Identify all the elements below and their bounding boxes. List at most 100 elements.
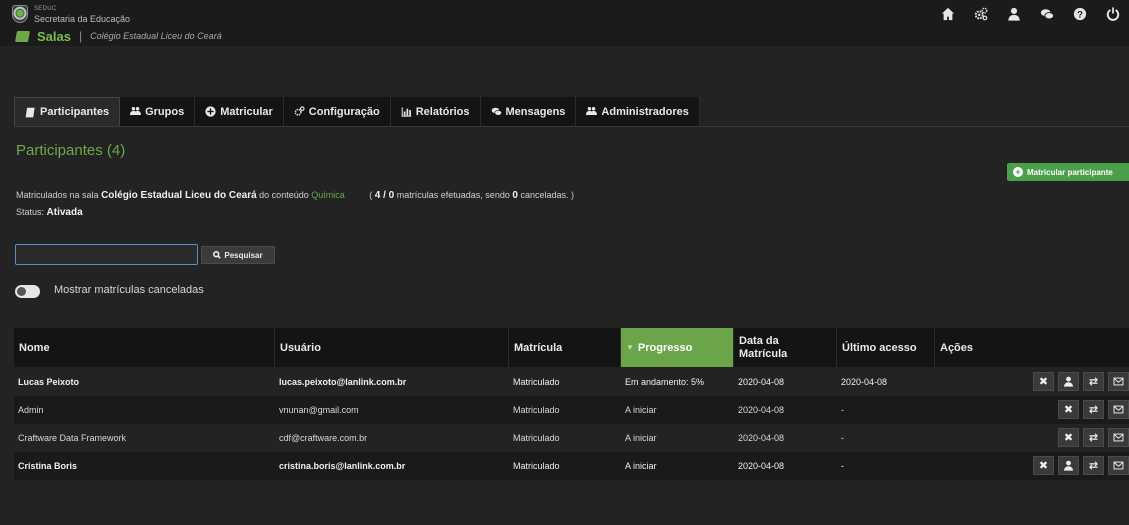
row-actions: ✖ ⇄ <box>1058 400 1129 419</box>
message-button[interactable] <box>1108 428 1129 447</box>
school-name: Colégio Estadual Liceu do Ceará <box>90 31 222 41</box>
cell-matricula: Matriculado <box>513 405 560 415</box>
view-user-button[interactable] <box>1058 456 1079 475</box>
search-button[interactable]: Pesquisar <box>201 246 275 264</box>
cell-data: 2020-04-08 <box>738 405 785 415</box>
cell-nome: Admin <box>18 405 44 415</box>
tab-relatorios[interactable]: Relatórios <box>390 97 481 126</box>
user-icon[interactable] <box>997 4 1030 24</box>
close-icon: ✖ <box>1038 376 1049 388</box>
enroll-participant-button[interactable]: + Matricular participante <box>1007 163 1129 181</box>
view-user-button[interactable] <box>1058 372 1079 391</box>
cell-usuario: vnunan@gmail.com <box>279 405 359 415</box>
tab-matricular[interactable]: Matricular <box>195 97 284 126</box>
transfer-button[interactable]: ⇄ <box>1083 456 1104 475</box>
info-school: Colégio Estadual Liceu do Ceará <box>101 190 257 201</box>
cell-progresso: A iniciar <box>625 461 657 471</box>
show-canceled-label: Mostrar matrículas canceladas <box>54 284 204 296</box>
message-button[interactable] <box>1108 372 1129 391</box>
enrollment-count: ( 4 / 0 matrículas efetuadas, sendo 0 ca… <box>369 190 574 201</box>
plus-circle-icon <box>205 106 216 117</box>
transfer-button[interactable]: ⇄ <box>1083 400 1104 419</box>
close-icon: ✖ <box>1038 460 1049 472</box>
cell-ultimo: 2020-04-08 <box>841 377 888 387</box>
cancel-enrollment-button[interactable]: ✖ <box>1058 428 1079 447</box>
row-actions: ✖ ⇄ <box>1033 372 1129 391</box>
transfer-button[interactable]: ⇄ <box>1083 372 1104 391</box>
column-header-nome[interactable]: Nome <box>14 328 275 367</box>
search-input[interactable] <box>15 244 198 265</box>
cancel-enrollment-button[interactable]: ✖ <box>1033 456 1054 475</box>
tab-participantes[interactable]: Participantes <box>14 97 121 126</box>
transfer-icon: ⇄ <box>1088 376 1099 388</box>
plus-circle-icon: + <box>1013 167 1023 177</box>
participants-table-header: Nome Usuário Matrícula ▼ Progresso Data d… <box>14 328 1129 367</box>
cell-nome: Lucas Peixoto <box>18 377 80 387</box>
group-icon <box>130 107 142 115</box>
show-canceled-toggle[interactable] <box>15 285 40 298</box>
transfer-icon: ⇄ <box>1088 432 1099 444</box>
column-header-acoes: Ações <box>940 341 974 354</box>
message-button[interactable] <box>1108 400 1129 419</box>
help-icon[interactable]: ? <box>1063 4 1096 24</box>
cancel-enrollment-button[interactable]: ✖ <box>1033 372 1054 391</box>
message-button[interactable] <box>1108 456 1129 475</box>
table-row[interactable]: Cristina Boris cristina.boris@lanlink.co… <box>14 452 1129 480</box>
tab-configuracao[interactable]: Configuração <box>283 97 391 126</box>
cell-usuario: cristina.boris@lanlink.com.br <box>279 461 406 471</box>
top-icons: ? <box>931 4 1129 24</box>
cell-nome: Craftware Data Framework <box>18 433 127 443</box>
tab-mensagens[interactable]: Mensagens <box>480 97 577 126</box>
transfer-icon: ⇄ <box>1088 404 1099 416</box>
column-header-data-matricula[interactable]: Data da Matrícula <box>734 328 837 367</box>
cell-ultimo: - <box>841 433 844 443</box>
cogs-icon <box>294 106 305 116</box>
cell-usuario: lucas.peixoto@lanlink.com.br <box>279 377 407 387</box>
brand-name: Secretaria da Educação <box>34 14 131 24</box>
envelope-icon <box>1113 461 1124 470</box>
column-header-usuario[interactable]: Usuário <box>275 328 509 367</box>
cell-usuario: cdf@craftware.com.br <box>279 433 368 443</box>
transfer-button[interactable]: ⇄ <box>1083 428 1104 447</box>
sort-desc-icon: ▼ <box>626 343 634 352</box>
cogs-icon[interactable] <box>964 4 997 24</box>
table-row[interactable]: Admin vnunan@gmail.com Matriculado A ini… <box>14 396 1129 424</box>
cell-data: 2020-04-08 <box>738 461 785 471</box>
enrollment-info: Matriculados na sala Colégio Estadual Li… <box>16 190 574 201</box>
svg-text:?: ? <box>1077 10 1083 21</box>
tab-grupos[interactable]: Grupos <box>120 97 196 126</box>
tab-bar: Participantes Grupos Matricular Configur… <box>14 97 700 126</box>
chat-icon[interactable] <box>1030 4 1063 24</box>
home-icon[interactable] <box>931 4 964 24</box>
tab-administradores[interactable]: Administradores <box>576 97 700 126</box>
column-header-matricula[interactable]: Matrícula <box>509 328 621 367</box>
column-header-progresso[interactable]: ▼ Progresso <box>621 328 734 367</box>
section-title[interactable]: Salas <box>37 29 71 44</box>
row-actions: ✖ ⇄ <box>1058 428 1129 447</box>
cell-data: 2020-04-08 <box>738 433 785 443</box>
envelope-icon <box>1113 433 1124 442</box>
cell-matricula: Matriculado <box>513 433 560 443</box>
app-root: SEDUC Secretaria da Educação ? Salas | C… <box>0 0 1129 525</box>
section-header: Salas | Colégio Estadual Liceu do Ceará <box>15 28 222 44</box>
envelope-icon <box>1113 405 1124 414</box>
book-icon <box>15 30 30 42</box>
room-status: Status: Ativada <box>16 207 83 218</box>
cell-data: 2020-04-08 <box>738 377 785 387</box>
info-subject-link[interactable]: Química <box>311 190 345 200</box>
brand[interactable]: SEDUC Secretaria da Educação <box>12 4 130 24</box>
group-icon <box>586 107 598 115</box>
cancel-enrollment-button[interactable]: ✖ <box>1058 400 1079 419</box>
top-bar: SEDUC Secretaria da Educação ? Salas | C… <box>0 0 1129 46</box>
book-icon <box>25 107 35 117</box>
column-header-ultimo-acesso[interactable]: Último acesso <box>837 328 935 367</box>
cell-matricula: Matriculado <box>513 461 560 471</box>
tab-divider <box>14 126 1129 127</box>
power-icon[interactable] <box>1096 4 1129 24</box>
bar-chart-icon <box>401 107 412 117</box>
cell-nome: Cristina Boris <box>18 461 78 471</box>
table-row[interactable]: Lucas Peixoto lucas.peixoto@lanlink.com.… <box>14 368 1129 396</box>
table-row[interactable]: Craftware Data Framework cdf@craftware.c… <box>14 424 1129 452</box>
panel-title: Participantes (4) <box>16 142 126 159</box>
cell-ultimo: - <box>841 461 844 471</box>
